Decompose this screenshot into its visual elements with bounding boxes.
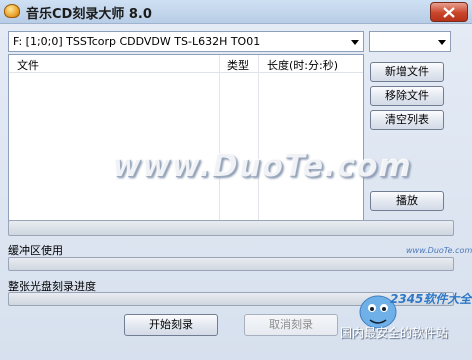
mascot-logo-icon	[359, 295, 397, 329]
chevron-down-icon	[351, 40, 359, 45]
column-divider	[258, 55, 259, 231]
column-header-type[interactable]: 类型	[227, 57, 249, 73]
watermark-slogan: 国内最安全的软件站	[340, 326, 449, 340]
column-header-length[interactable]: 长度(时:分:秒)	[267, 57, 338, 73]
speed-select[interactable]	[369, 31, 451, 52]
watermark-brand: 2345软件大全	[390, 292, 472, 306]
watermark-url: www.DuoTe.com	[406, 246, 472, 255]
track-progress-bar	[8, 220, 454, 236]
window-title: 音乐CD刻录大师 8.0	[26, 7, 152, 22]
cancel-burn-button[interactable]: 取消刻录	[244, 314, 338, 336]
app-logo-icon	[4, 4, 20, 18]
title-bar: 音乐CD刻录大师 8.0	[0, 0, 472, 24]
start-burn-button[interactable]: 开始刻录	[124, 314, 218, 336]
play-button[interactable]: 播放	[370, 191, 444, 211]
drive-select[interactable]: F: [1;0;0] TSSTcorp CDDVDW TS-L632H TO01	[8, 31, 364, 52]
drive-select-value: F: [1;0;0] TSSTcorp CDDVDW TS-L632H TO01	[13, 35, 261, 48]
remove-file-button[interactable]: 移除文件	[370, 86, 444, 106]
column-divider	[219, 55, 220, 231]
watermark-site: www.DuoTe.com	[112, 148, 412, 184]
clear-list-button[interactable]: 清空列表	[370, 110, 444, 130]
add-file-button[interactable]: 新增文件	[370, 62, 444, 82]
file-list-header: 文件 类型 长度(时:分:秒)	[9, 55, 363, 73]
file-list[interactable]: 文件 类型 长度(时:分:秒)	[8, 54, 364, 232]
column-header-file[interactable]: 文件	[17, 57, 39, 73]
close-button[interactable]	[430, 2, 468, 22]
chevron-down-icon	[438, 40, 446, 45]
close-icon	[443, 7, 455, 18]
buffer-label: 缓冲区使用	[8, 244, 63, 257]
